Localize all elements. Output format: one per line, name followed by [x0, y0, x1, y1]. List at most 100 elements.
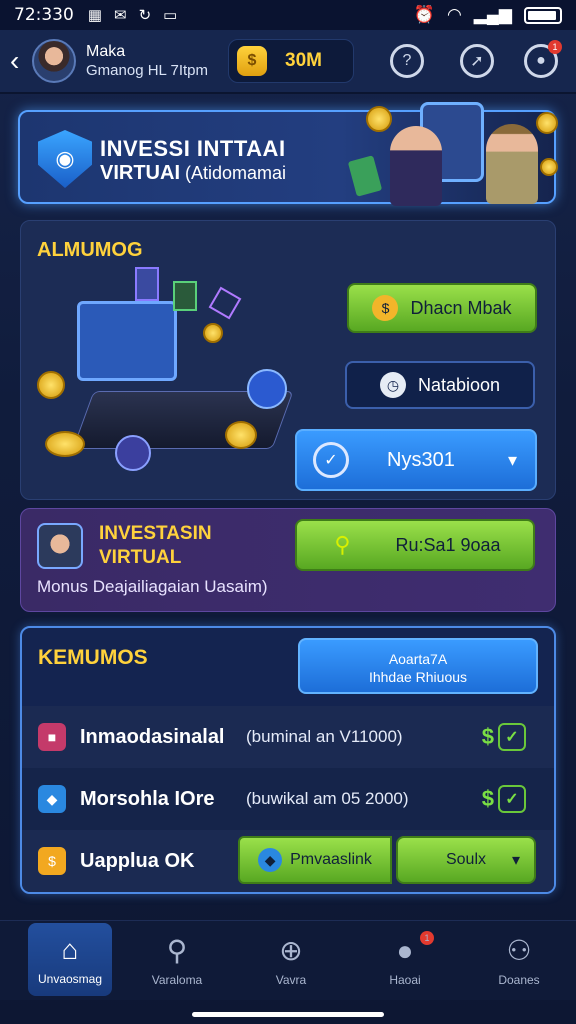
coin-icon [225, 421, 257, 449]
dropdown-select[interactable]: ✓ Nys301 ▾ [295, 429, 537, 491]
shield-icon: ◉ [38, 130, 92, 188]
coin-decoration-icon [536, 112, 558, 134]
dropdown-value: Nys301 [387, 448, 455, 471]
search-action-label: Ru:Sa1 9oaa [395, 534, 501, 555]
investor-man-illustration [486, 124, 538, 204]
promo-banner[interactable]: ◉ INVESSI INTTAAI VIRTUAI (Atidomamai [18, 102, 558, 206]
bottom-navigation: ⌂ Unvaosmag ⚲ Varaloma ⊕ Vavra ● Haoai 1… [0, 920, 576, 1000]
investor-woman-illustration [390, 126, 442, 206]
action-button-secondary[interactable]: ◷ Natabioon [345, 361, 535, 409]
portfolio-list-card: KEMUMOS Aoarta7A Ihhdae Rhiuous ■ Inmaod… [20, 626, 556, 894]
search-action-button[interactable]: ⚲ Ru:Sa1 9oaa [295, 519, 535, 571]
grid-icon: ▦ [87, 7, 102, 24]
coin-decoration-icon [366, 106, 392, 132]
virtual-investment-card: INVESTASIN VIRTUAL Monus Deajailiagaian … [20, 508, 556, 612]
coin-icon [37, 371, 65, 399]
bar-chart-icon [173, 281, 197, 311]
mail-icon: ✉ [114, 7, 127, 24]
panel-title: ALMUMOG [37, 239, 143, 261]
list-action-line1: Aoarta7A [388, 651, 448, 667]
nav-chat-label: Haoai [389, 972, 421, 987]
status-check[interactable]: $ ✓ [482, 723, 526, 751]
coin-icon: $ [237, 46, 267, 76]
list-item[interactable]: ◆ Morsohla IOre (buwikal am 05 2000) $ ✓ [22, 768, 554, 830]
coin-amount: 30M [285, 50, 322, 71]
nav-home-label: Unvaosmag [37, 971, 103, 986]
banner-title: INVESSI INTTAAI [100, 136, 286, 161]
avatar[interactable] [32, 39, 76, 83]
banner-subtitle: VIRTUAI (Atidomamai [100, 162, 286, 185]
trading-illustration [37, 267, 297, 491]
checkbox-icon: ✓ [498, 785, 526, 813]
money-icon [347, 155, 383, 197]
app-header: ‹ Maka Gmanog HL 7Itpm $ 30M ? ➚ ● 1 [0, 30, 576, 94]
compass-icon[interactable]: ➚ [460, 44, 494, 78]
back-arrow-icon[interactable]: ‹ [10, 45, 32, 77]
invest-link-label: Pmvaaslink [290, 851, 372, 868]
card-description: Monus Deajailiagaian Uasaim) [37, 577, 268, 596]
nav-search[interactable]: ⚲ Varaloma [120, 921, 234, 1000]
status-bar: 72:330 ▦ ✉ ↻ ▭ ⏰ ◠ ▂▄▆ [0, 0, 576, 30]
nav-home[interactable]: ⌂ Unvaosmag [28, 923, 112, 996]
nav-add-label: Vavra [275, 973, 307, 987]
banner-subtitle-main: VIRTUAI [100, 162, 180, 184]
list-item[interactable]: $ Uapplua OK ◆ Pmvaaslink Soulx ▾ [22, 830, 554, 892]
coin-stack-icon [45, 431, 85, 457]
sell-dropdown-label: Soulx [445, 851, 487, 868]
battery-icon [524, 6, 562, 24]
chat-badge: 1 [420, 931, 434, 945]
home-indicator [192, 1012, 384, 1017]
user-name: Maka [86, 42, 126, 60]
check-circle-icon: ✓ [313, 442, 349, 478]
token-icon [115, 435, 151, 471]
shield-small-icon: ◆ [258, 848, 283, 872]
globe-icon [247, 369, 287, 409]
action-button-primary[interactable]: $ Dhacn Mbak [347, 283, 537, 333]
chevron-down-icon: ▾ [511, 852, 520, 869]
home-icon: ⌂ [61, 933, 79, 965]
list-action-button[interactable]: Aoarta7A Ihhdae Rhiuous [298, 638, 538, 694]
profile-icon: ⚇ [506, 935, 532, 966]
invest-link-button[interactable]: ◆ Pmvaaslink [238, 836, 392, 884]
signal-icon: ▂▄▆ [473, 5, 512, 24]
dollar-sign: $ [481, 786, 494, 811]
list-item-detail: (buminal an V11000) [246, 727, 403, 746]
coin-box-icon: $ [38, 847, 66, 875]
notification-badge: 1 [548, 40, 562, 54]
action-button-secondary-label: Natabioon [417, 374, 501, 395]
status-check[interactable]: $ ✓ [482, 785, 526, 813]
dollar-sign: $ [481, 724, 494, 749]
coin-icon [203, 323, 223, 343]
clock-icon: ◷ [379, 372, 406, 398]
status-time: 72:330 [14, 5, 74, 25]
nav-profile[interactable]: ⚇ Doanes [462, 921, 576, 1000]
message-icon: ▭ [163, 7, 178, 24]
card-title-line1: INVESTASIN [99, 523, 212, 544]
search-icon[interactable]: ? [390, 44, 424, 78]
action-button-primary-label: Dhacn Mbak [410, 297, 512, 318]
checkbox-icon: ✓ [498, 723, 526, 751]
alarm-icon: ⏰ [413, 5, 435, 24]
shield-icon: ◆ [38, 785, 66, 813]
nav-search-label: Varaloma [151, 973, 203, 987]
banner-subtitle-suffix: (Atidomamai [185, 163, 287, 183]
refresh-icon: ↻ [138, 7, 152, 24]
chevron-down-icon: ▾ [507, 449, 517, 470]
user-subtitle: Gmanog HL 7Itpm [86, 61, 208, 79]
nav-add[interactable]: ⊕ Vavra [234, 921, 348, 1000]
list-item[interactable]: ■ Inmaodasinalal (buminal an V11000) $ ✓ [22, 706, 554, 768]
document-icon [135, 267, 159, 301]
user-info: Maka Gmanog HL 7Itpm [86, 42, 208, 81]
cube-icon [208, 286, 242, 320]
wifi-icon: ◠ [446, 5, 462, 24]
list-title: KEMUMOS [38, 646, 148, 669]
list-item-label: Inmaodasinalal [80, 725, 225, 748]
nav-chat[interactable]: ● Haoai 1 [348, 921, 462, 1000]
coin-balance[interactable]: $ 30M [228, 39, 354, 83]
list-item-label: Morsohla IOre [80, 787, 215, 810]
advisor-avatar [37, 523, 83, 569]
investment-panel: ALMUMOG $ Dhacn Mbak ◷ Natabioon ✓ Nys30… [20, 220, 556, 500]
list-action-line2: Ihhdae Rhiuous [368, 669, 468, 686]
sell-dropdown-button[interactable]: Soulx ▾ [396, 836, 536, 884]
chart-screen-icon [77, 301, 177, 381]
